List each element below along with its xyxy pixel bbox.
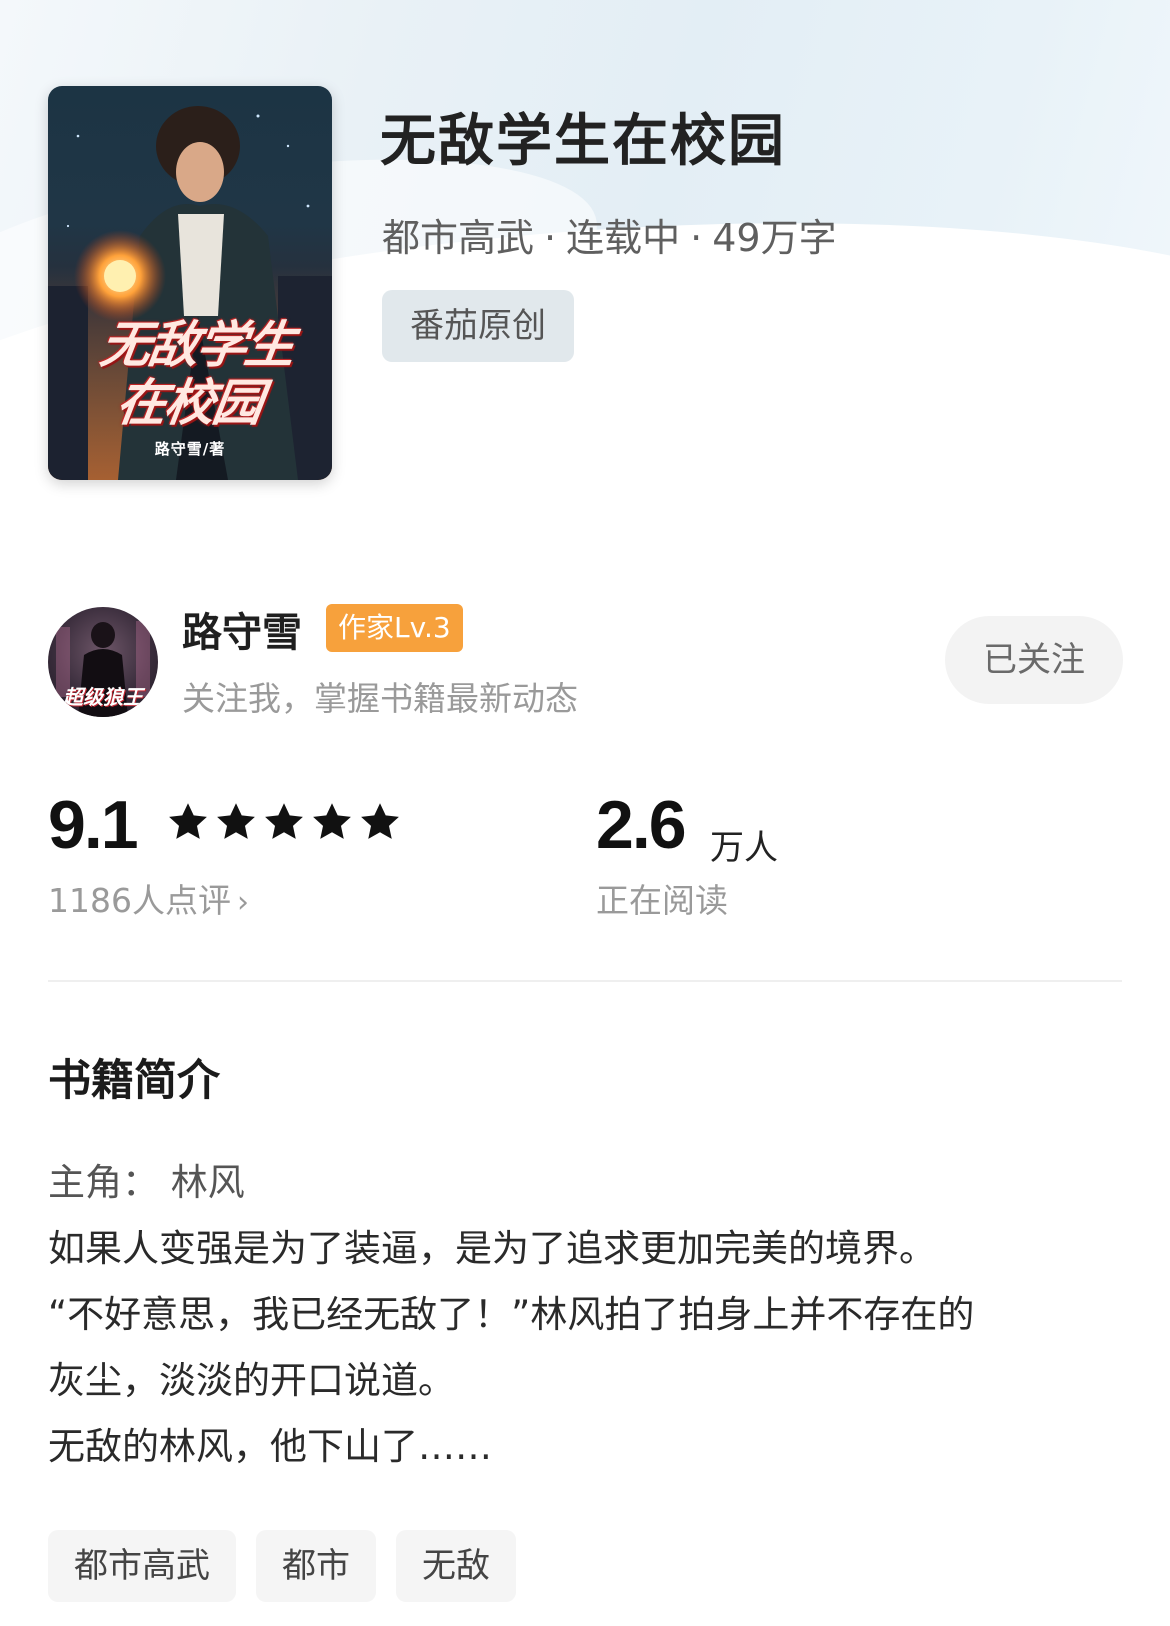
intro-line: “不好意思，我已经无敌了！”林风拍了拍身上并不存在的 (48, 1293, 975, 1336)
readers-count: 2.6 (596, 787, 687, 863)
cover-title: 无敌学生 在校园 (50, 316, 332, 432)
cover-title-line1: 无敌学生 (97, 316, 298, 374)
review-count-text: 1186人点评 (48, 881, 231, 920)
book-meta: 都市高武 · 连载中 · 49万字 (382, 207, 837, 262)
origin-tag[interactable]: 番茄原创 (382, 290, 574, 362)
cover-title-line2: 在校园 (112, 374, 265, 432)
meta-separator: · (690, 216, 703, 260)
readers-unit: 万人 (710, 828, 778, 868)
book-word-count: 49万字 (712, 216, 837, 260)
section-divider (48, 980, 1122, 982)
author-name[interactable]: 路守雪 (182, 600, 302, 658)
star-icon (217, 803, 255, 839)
rating-score: 9.1 (48, 787, 139, 863)
intro-line: 灰尘，淡淡的开口说道。 (48, 1359, 455, 1402)
tag-list: 都市高武 都市 无敌 (48, 1530, 516, 1602)
book-title: 无敌学生在校园 (380, 109, 786, 174)
author-avatar[interactable]: 超级狼王 (48, 607, 158, 717)
author-level-badge: 作家Lv.3 (326, 604, 463, 652)
intro-line: 如果人变强是为了装逼，是为了追求更加完美的境界。 (48, 1227, 936, 1270)
intro-body: 主角： 林风 如果人变强是为了装逼，是为了追求更加完美的境界。 “不好意思，我已… (48, 1150, 1128, 1480)
review-count-link[interactable]: 1186人点评 › (48, 874, 249, 922)
intro-protagonist: 主角： 林风 (48, 1161, 245, 1204)
tag-chip[interactable]: 都市 (256, 1530, 376, 1602)
star-icon (361, 803, 399, 839)
author-description: 关注我，掌握书籍最新动态 (182, 679, 578, 718)
intro-heading: 书籍简介 (48, 1056, 220, 1106)
meta-separator: · (544, 216, 557, 260)
rating-stars (166, 800, 402, 844)
book-cover[interactable]: 无敌学生 在校园 路守雪/著 (48, 86, 332, 480)
avatar-text: 超级狼王 (63, 685, 143, 709)
cover-author-credit: 路守雪/著 (154, 440, 226, 458)
chevron-right-icon: › (236, 885, 249, 920)
star-icon (313, 803, 351, 839)
follow-button[interactable]: 已关注 (945, 616, 1123, 704)
readers-label: 正在阅读 (596, 881, 728, 920)
book-status: 连载中 (566, 216, 681, 260)
tag-chip[interactable]: 无敌 (396, 1530, 516, 1602)
book-genre: 都市高武 (382, 216, 535, 260)
tag-chip[interactable]: 都市高武 (48, 1530, 236, 1602)
intro-line: 无敌的林风，他下山了…… (48, 1425, 492, 1468)
book-detail-page: 无敌学生 在校园 路守雪/著 无敌学生在校园 都市高武 · 连载中 · 49万字 番茄原… (0, 0, 1170, 1626)
star-icon (265, 803, 303, 839)
star-icon (169, 803, 207, 839)
